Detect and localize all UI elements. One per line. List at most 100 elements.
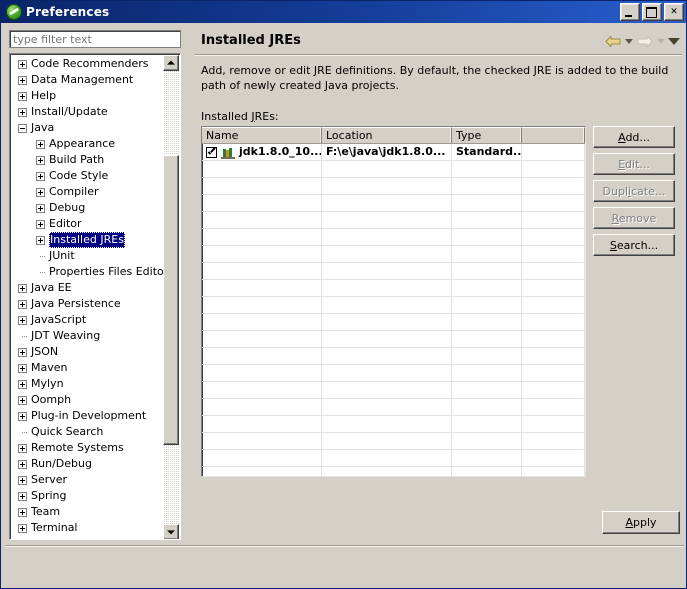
expand-plus-icon[interactable] [18, 379, 27, 389]
expand-plus-icon[interactable] [36, 187, 45, 197]
sidebar-item-debug[interactable]: Debug [10, 200, 164, 216]
expand-plus-icon[interactable] [18, 475, 27, 485]
column-header-type[interactable]: Type [452, 127, 522, 143]
remove-button[interactable]: Remove [593, 207, 675, 229]
installed-jres-table[interactable]: Name Location Type jdk1.8.0_10... F:\e\java… [201, 126, 586, 477]
sidebar-item-editor[interactable]: Editor [10, 216, 164, 232]
table-row-empty[interactable] [202, 450, 585, 467]
sidebar-item-terminal[interactable]: Terminal [10, 520, 164, 536]
sidebar-item-maven[interactable]: Maven [10, 360, 164, 376]
table-row-empty[interactable] [202, 433, 585, 450]
expand-plus-icon[interactable] [18, 299, 27, 309]
edit-button[interactable]: Edit... [593, 153, 675, 175]
sidebar-item-mylyn[interactable]: Mylyn [10, 376, 164, 392]
scrollbar-thumb[interactable] [163, 155, 179, 445]
table-row-empty[interactable] [202, 161, 585, 178]
expand-plus-icon[interactable] [36, 235, 45, 245]
table-row-empty[interactable] [202, 178, 585, 195]
scrollbar-track[interactable] [163, 71, 179, 524]
expand-plus-icon[interactable] [18, 523, 27, 533]
sidebar-item-spring[interactable]: Spring [10, 488, 164, 504]
sidebar-item-properties-files-editor[interactable]: Properties Files Editor [10, 264, 164, 280]
duplicate-button[interactable]: Duplicate... [593, 180, 675, 202]
table-row-empty[interactable] [202, 331, 585, 348]
apply-button[interactable]: Apply [602, 511, 680, 534]
sidebar-item-javascript[interactable]: JavaScript [10, 312, 164, 328]
view-menu-triangle-icon[interactable] [668, 37, 680, 45]
expand-plus-icon[interactable] [36, 219, 45, 229]
table-row[interactable]: jdk1.8.0_10... F:\e\java\jdk1.8.0... Stand… [202, 144, 585, 161]
expand-plus-icon[interactable] [18, 91, 27, 101]
maximize-button[interactable] [642, 3, 662, 21]
close-button[interactable]: ✕ [664, 3, 684, 21]
table-row-empty[interactable] [202, 195, 585, 212]
table-row-empty[interactable] [202, 399, 585, 416]
sidebar-item-plug-in-development[interactable]: Plug-in Development [10, 408, 164, 424]
search-button[interactable]: Search... [593, 234, 675, 256]
sidebar-item-installed-jres[interactable]: Installed JREs [10, 232, 164, 248]
expand-plus-icon[interactable] [18, 395, 27, 405]
expand-plus-icon[interactable] [18, 59, 27, 69]
expand-plus-icon[interactable] [18, 107, 27, 117]
filter-input[interactable] [9, 30, 181, 48]
minimize-button[interactable] [620, 3, 640, 21]
expand-plus-icon[interactable] [36, 155, 45, 165]
sidebar-item-jdt-weaving[interactable]: JDT Weaving [10, 328, 164, 344]
expand-plus-icon[interactable] [36, 139, 45, 149]
sidebar-item-build-path[interactable]: Build Path [10, 152, 164, 168]
sidebar-item-appearance[interactable]: Appearance [10, 136, 164, 152]
jre-default-checkbox[interactable] [206, 146, 217, 158]
table-row-empty[interactable] [202, 467, 585, 476]
sidebar-item-code-recommenders[interactable]: Code Recommenders [10, 56, 164, 72]
sidebar-item-json[interactable]: JSON [10, 344, 164, 360]
expand-plus-icon[interactable] [36, 203, 45, 213]
expand-plus-icon[interactable] [18, 363, 27, 373]
table-row-empty[interactable] [202, 246, 585, 263]
back-arrow-icon[interactable] [604, 32, 622, 50]
sidebar-item-remote-systems[interactable]: Remote Systems [10, 440, 164, 456]
table-row-empty[interactable] [202, 229, 585, 246]
sidebar-item-quick-search[interactable]: Quick Search [10, 424, 164, 440]
table-row-empty[interactable] [202, 382, 585, 399]
add-button[interactable]: Add... [593, 126, 675, 148]
sidebar-item-data-management[interactable]: Data Management [10, 72, 164, 88]
sidebar-item-run-debug[interactable]: Run/Debug [10, 456, 164, 472]
expand-plus-icon[interactable] [18, 315, 27, 325]
column-header-location[interactable]: Location [322, 127, 452, 143]
expand-plus-icon[interactable] [18, 491, 27, 501]
expand-plus-icon[interactable] [18, 347, 27, 357]
table-row-empty[interactable] [202, 314, 585, 331]
table-row-empty[interactable] [202, 280, 585, 297]
sidebar-item-compiler[interactable]: Compiler [10, 184, 164, 200]
table-row-empty[interactable] [202, 416, 585, 433]
sidebar-item-install-update[interactable]: Install/Update [10, 104, 164, 120]
sidebar-item-java[interactable]: Java [10, 120, 164, 136]
expand-plus-icon[interactable] [18, 443, 27, 453]
tree-scrollbar[interactable] [163, 55, 179, 539]
table-row-empty[interactable] [202, 297, 585, 314]
sidebar-item-team[interactable]: Team [10, 504, 164, 520]
table-row-empty[interactable] [202, 263, 585, 280]
expand-plus-icon[interactable] [36, 171, 45, 181]
expand-plus-icon[interactable] [18, 411, 27, 421]
sidebar-item-oomph[interactable]: Oomph [10, 392, 164, 408]
expand-plus-icon[interactable] [18, 283, 27, 293]
forward-dropdown-chevron-down-icon[interactable] [657, 38, 665, 44]
sidebar-item-java-ee[interactable]: Java EE [10, 280, 164, 296]
expand-plus-icon[interactable] [18, 459, 27, 469]
expand-plus-icon[interactable] [18, 507, 27, 517]
sidebar-item-java-persistence[interactable]: Java Persistence [10, 296, 164, 312]
sidebar-item-server[interactable]: Server [10, 472, 164, 488]
scroll-down-arrow-icon[interactable] [163, 524, 179, 539]
sidebar-item-code-style[interactable]: Code Style [10, 168, 164, 184]
table-row-empty[interactable] [202, 212, 585, 229]
column-header-name[interactable]: Name [202, 127, 322, 143]
sidebar-item-junit[interactable]: JUnit [10, 248, 164, 264]
table-row-empty[interactable] [202, 365, 585, 382]
table-row-empty[interactable] [202, 348, 585, 365]
column-header-blank[interactable] [522, 127, 585, 143]
scroll-up-arrow-icon[interactable] [163, 55, 179, 71]
preferences-tree[interactable]: Code Recommenders Data Management Help Inst… [9, 53, 181, 540]
back-dropdown-chevron-down-icon[interactable] [625, 38, 633, 44]
collapse-minus-icon[interactable] [18, 123, 27, 133]
